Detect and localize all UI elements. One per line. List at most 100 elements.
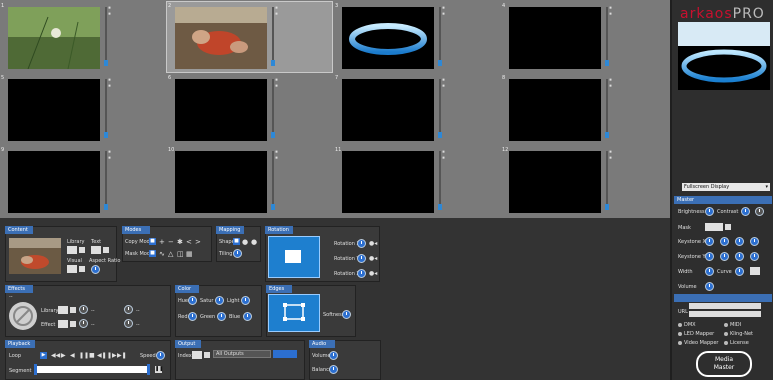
rotation-y-knob[interactable] [357,254,366,263]
clip-level-handle[interactable] [271,132,275,138]
output-select[interactable]: All Outputs [213,350,271,358]
keystone-y-knob-2[interactable] [720,252,729,261]
effects-none-icon[interactable] [9,302,37,330]
effects-library-knob[interactable] [79,305,88,314]
curve-field[interactable] [750,267,760,275]
play-icon[interactable]: ▶ [61,352,66,359]
clip-thumbnail[interactable] [8,79,100,141]
clip-thumbnail[interactable] [509,7,601,69]
clip-slot[interactable]: 2 [166,1,333,73]
effects-library-stepper[interactable] [70,307,76,313]
keystone-x-knob-3[interactable] [735,237,744,246]
rotation-y-reset-icon[interactable]: ●◂ [369,255,377,262]
clip-thumbnail[interactable] [8,151,100,213]
brightness-knob[interactable] [705,207,714,216]
shape-circle-icon[interactable]: ● [251,238,257,246]
copy-minus-icon[interactable]: − [168,238,174,246]
clip-thumbnail[interactable] [175,151,267,213]
clip-thumbnail[interactable] [342,7,434,69]
copy-mode-btn-1[interactable]: ■ [149,238,156,245]
mask-shapes-icon[interactable]: △ [168,250,173,258]
effect-stepper[interactable] [70,321,76,327]
step-back-icon[interactable]: ◀❚ [97,352,107,359]
url-field-2[interactable] [689,311,761,317]
clip-thumbnail[interactable] [175,79,267,141]
clip-level-handle[interactable] [271,204,275,210]
clip-slot[interactable]: 8 [501,74,666,144]
rotation-preview[interactable] [268,236,320,278]
clip-slot[interactable]: 12 [501,146,666,216]
green-knob[interactable] [217,312,226,321]
end-icon[interactable]: ▶❚ [117,352,127,359]
segment-end-handle[interactable] [147,364,150,375]
edges-preview[interactable] [268,294,320,332]
copy-right-icon[interactable]: > [195,238,201,246]
rotation-z-reset-icon[interactable]: ●◂ [369,270,377,277]
clip-level-handle[interactable] [104,132,108,138]
effects-param-knob-1[interactable] [124,305,133,314]
clip-slot[interactable]: 10 [167,146,332,216]
keystone-y-knob-1[interactable] [705,252,714,261]
clip-thumbnail[interactable] [8,7,100,69]
mask-field[interactable] [705,223,723,231]
library-field[interactable] [67,246,77,254]
rotation-z-knob[interactable] [357,269,366,278]
clip-slot[interactable]: 6 [167,74,332,144]
satur-knob[interactable] [215,296,224,305]
light-knob[interactable] [241,296,250,305]
clip-slot[interactable]: 11 [334,146,499,216]
clip-level-handle[interactable] [605,132,609,138]
keystone-y-knob-3[interactable] [735,252,744,261]
segment-bar[interactable] [36,366,148,373]
softness-knob[interactable] [342,310,351,319]
clip-level-handle[interactable] [438,132,442,138]
keystone-x-knob-2[interactable] [720,237,729,246]
step-forward-icon[interactable]: ❚▶ [107,352,117,359]
shape-square-button[interactable]: ■ [233,238,240,245]
clip-slot[interactable]: 9 [0,146,165,216]
clip-thumbnail[interactable] [509,79,601,141]
keystone-x-knob-1[interactable] [705,237,714,246]
loop-mode-button[interactable]: ▶ [40,352,47,359]
balance-knob[interactable] [329,365,338,374]
index-stepper[interactable] [204,352,210,358]
clip-slot[interactable]: 5 [0,74,165,144]
copy-plus-icon[interactable]: + [159,238,165,246]
stop-icon[interactable]: ■ [89,352,95,359]
rotation-x-reset-icon[interactable]: ●◂ [369,240,377,247]
clip-level-handle[interactable] [271,60,275,66]
copy-ex-icon[interactable]: ✱ [177,238,183,246]
url-field-1[interactable] [689,303,761,309]
radio-midi[interactable] [724,323,728,327]
effects-param-knob-2[interactable] [124,319,133,328]
content-thumbnail[interactable] [9,238,61,274]
clip-level-handle[interactable] [104,60,108,66]
copy-left-icon[interactable]: < [186,238,192,246]
width-knob[interactable] [705,267,714,276]
aspect-ratio-knob[interactable] [91,265,100,274]
keystone-y-knob-4[interactable] [750,252,759,261]
mask-split-icon[interactable]: ◫ [177,250,184,258]
radio-video-mapper[interactable] [678,341,682,345]
clip-thumbnail[interactable] [509,151,601,213]
segment-start-handle[interactable] [34,364,37,375]
red-knob[interactable] [188,312,197,321]
segment-pause-button[interactable]: ❚❚ [155,366,163,373]
index-field[interactable] [192,351,202,359]
rotation-x-knob[interactable] [357,239,366,248]
clip-level-handle[interactable] [605,204,609,210]
mask-wave-icon[interactable]: ∿ [159,250,165,258]
tiling-knob[interactable] [233,249,242,258]
effect-field[interactable] [58,320,68,328]
radio-license[interactable] [724,341,728,345]
hue-knob[interactable] [188,296,197,305]
text-stepper[interactable] [103,247,109,253]
audio-volume-knob[interactable] [329,351,338,360]
output-apply-button[interactable] [273,350,297,358]
curve-knob[interactable] [735,267,744,276]
effects-library-field[interactable] [58,306,68,314]
master-volume-knob[interactable] [705,282,714,291]
clip-thumbnail[interactable] [175,7,267,69]
radio-dmx[interactable] [678,323,682,327]
visual-stepper[interactable] [79,266,85,272]
